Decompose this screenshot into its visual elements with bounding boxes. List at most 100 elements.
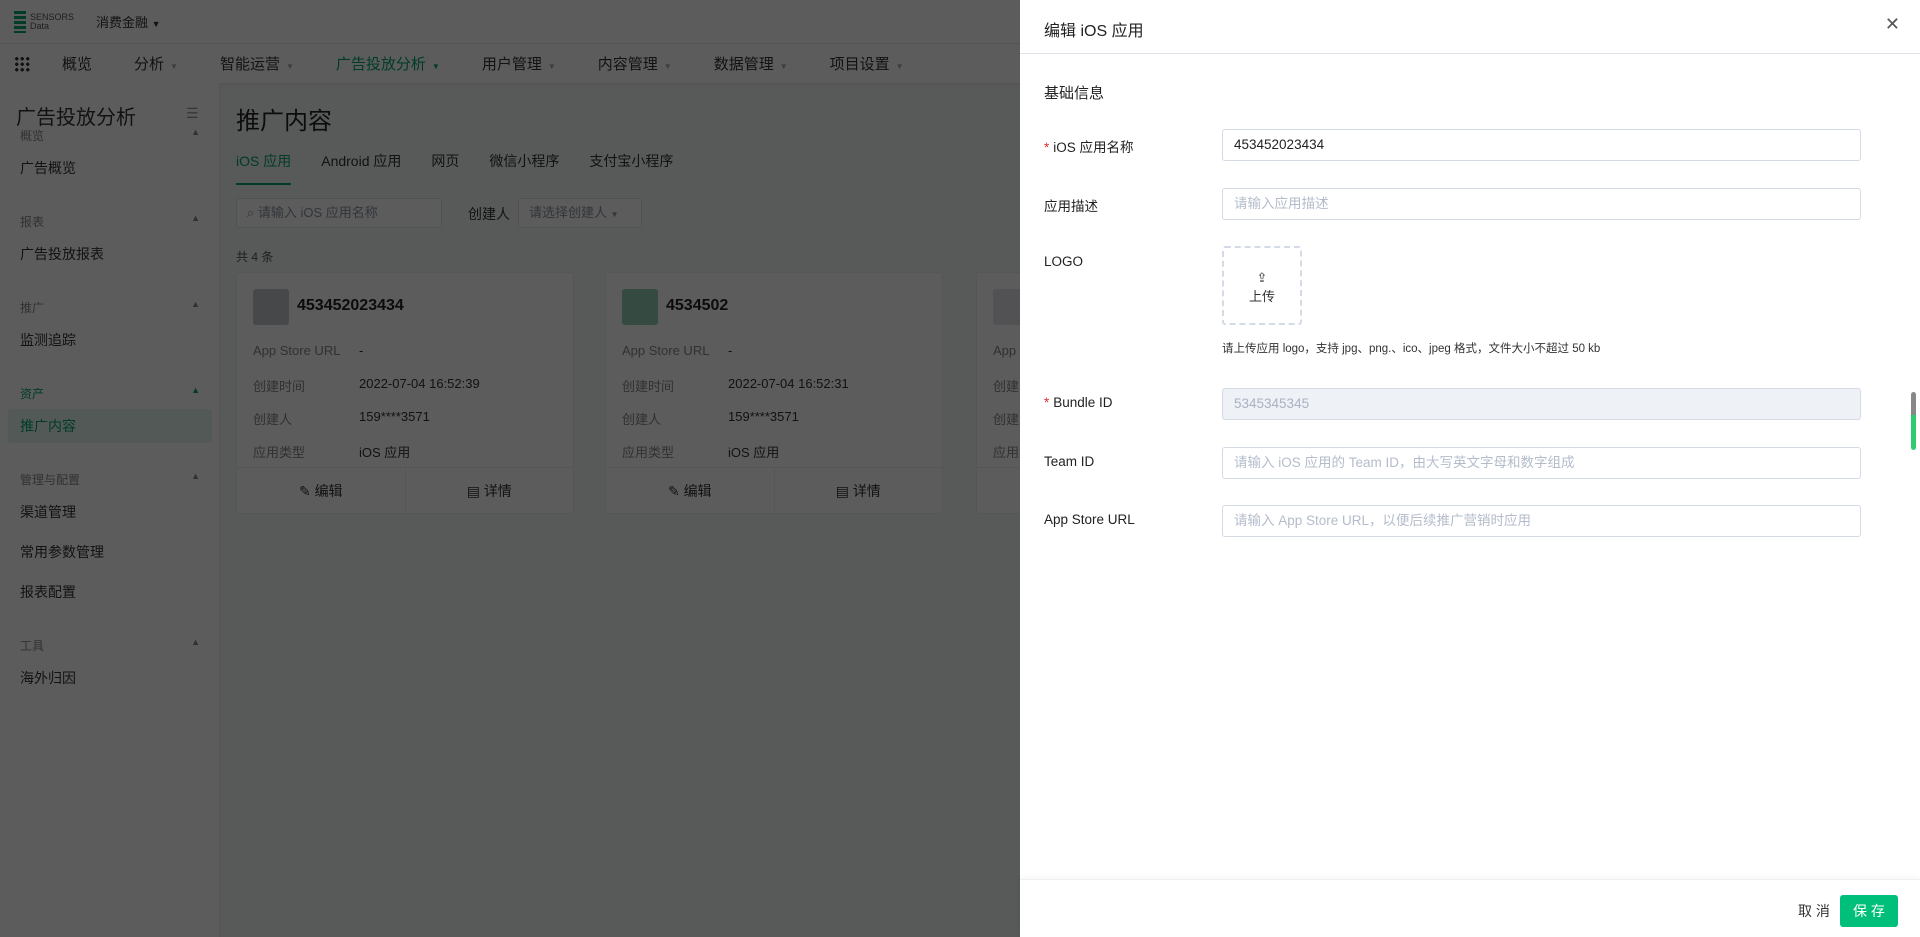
field-label: 创建人 [622, 412, 662, 427]
nav-item-label: 智能运营 [219, 56, 280, 73]
sidebar-group-header[interactable]: 推广 ▲ [20, 299, 200, 316]
sidebar-group-header[interactable]: 概览 ▲ [20, 127, 200, 144]
apps-grid-icon[interactable] [14, 55, 30, 72]
app-logo [622, 289, 658, 325]
collapse-sidebar-icon[interactable]: ☰ [186, 105, 199, 122]
sidebar-item[interactable]: 海外归因 [8, 661, 212, 695]
tab[interactable]: Android 应用 [321, 151, 401, 185]
nav-item-label: 项目设置 [829, 56, 890, 73]
nav-item[interactable]: 分析 ▼ [114, 53, 200, 74]
search-icon: ⌕ [247, 205, 255, 220]
card-field-row: 应用类型 iOS 应用 [622, 442, 779, 461]
app-desc-input[interactable]: 请输入应用描述 [1222, 188, 1861, 220]
nav-item[interactable]: 内容管理 ▼ [578, 53, 694, 74]
field-label: 应用类型 [622, 445, 675, 460]
caret-up-icon: ▲ [191, 385, 200, 395]
card-field-row: App Store URL - [622, 343, 732, 358]
logo-upload-button[interactable]: ⇪ 上传 [1222, 246, 1302, 325]
team-id-label: Team ID [1044, 454, 1095, 469]
card-actions: ✎ ▤ [977, 467, 1020, 513]
caret-up-icon: ▲ [191, 471, 200, 481]
sidebar-group-header[interactable]: 资产 ▲ [20, 385, 200, 402]
sidebar-group-header[interactable]: 报表 ▲ [20, 213, 200, 230]
detail-icon: ▤ [466, 483, 484, 499]
drawer-header: 编辑 iOS 应用 ✕ [1020, 0, 1920, 54]
nav-item[interactable]: 智能运营 ▼ [200, 53, 316, 74]
cancel-button[interactable]: 取 消 [1788, 895, 1840, 927]
close-icon[interactable]: ✕ [1885, 14, 1900, 35]
nav-item[interactable]: 项目设置 ▼ [810, 53, 926, 74]
sidebar-group-header[interactable]: 工具 ▲ [20, 637, 200, 654]
detail-icon: ▤ [835, 483, 853, 499]
sidebar-group-label: 管理与配置 [20, 473, 81, 487]
edit-icon: ✎ [667, 483, 684, 499]
field-value: 2022-07-04 16:52:39 [359, 376, 480, 391]
app-card: App Store URL 创建时间创建人应用类型 ✎ ▤ [976, 272, 1020, 514]
card-field-row: 创建人 159****3571 [253, 409, 430, 428]
scrollbar[interactable] [1911, 392, 1916, 450]
sidebar-item[interactable]: 报表配置 [8, 575, 212, 609]
nav-item[interactable]: 数据管理 ▼ [694, 53, 810, 74]
sidebar-group-label: 概览 [20, 129, 45, 143]
app-store-url-label: App Store URL [1044, 512, 1135, 527]
edit-button[interactable]: ✎ 编辑 [606, 468, 774, 513]
drawer-title: 编辑 iOS 应用 [1044, 23, 1144, 40]
card-field-row: 应用类型 iOS 应用 [253, 442, 410, 461]
caret-down-icon: ▼ [895, 62, 904, 71]
nav-item[interactable]: 用户管理 ▼ [462, 53, 578, 74]
field-value: - [359, 343, 364, 358]
card-actions: ✎ 编辑 ▤ 详情 [606, 467, 942, 513]
nav-item[interactable]: 概览 [42, 53, 114, 74]
field-label: 创建人 [253, 412, 293, 427]
detail-button[interactable]: ▤ 详情 [404, 468, 574, 513]
sidebar-item[interactable]: 常用参数管理 [8, 535, 212, 569]
card-field-row: 创建时间 2022-07-04 16:52:31 [622, 376, 849, 395]
edit-ios-app-drawer: 编辑 iOS 应用 ✕ 基础信息 * iOS 应用名称 453452023434 … [1020, 0, 1920, 937]
edit-button[interactable]: ✎ 编辑 [237, 468, 405, 513]
field-value: 159****3571 [359, 409, 430, 424]
tab[interactable]: 支付宝小程序 [589, 151, 673, 185]
page-title: 推广内容 [236, 108, 332, 135]
app-name-input[interactable]: 453452023434 [1222, 129, 1861, 161]
team-id-input[interactable]: 请输入 iOS 应用的 Team ID，由大写英文字母和数字组成 [1222, 447, 1861, 479]
field-label: 创建时间 [253, 379, 306, 394]
sidebar-item[interactable]: 监测追踪 [8, 323, 212, 357]
sidebar-item[interactable]: 渠道管理 [8, 495, 212, 529]
card-field-row: 创建人 [993, 409, 1020, 428]
detail-button[interactable]: ▤ 详情 [773, 468, 943, 513]
sidebar-item[interactable]: 推广内容 [8, 409, 212, 443]
sidebar-group-header[interactable]: 管理与配置 ▲ [20, 471, 200, 488]
sidebar: 广告投放分析 ☰ 概览 ▲ 广告概览 报表 ▲ 广告投放报表 推广 ▲ 监测追踪 资产 ▲ 推广内容管… [0, 83, 220, 937]
nav-item-label: 概览 [62, 56, 93, 73]
field-label: 创建人 [993, 412, 1020, 427]
sidebar-item[interactable]: 广告概览 [8, 151, 212, 185]
card-field-row: App Store URL [993, 343, 1020, 358]
content-tabs: iOS 应用 Android 应用 网页 微信小程序 支付宝小程序 [236, 151, 673, 185]
edit-button[interactable]: ✎ [977, 468, 1020, 513]
caret-up-icon: ▲ [191, 637, 200, 647]
tab[interactable]: 网页 [431, 151, 459, 185]
sidebar-group-label: 推广 [20, 301, 45, 315]
card-field-row: 创建时间 [993, 376, 1020, 395]
logo-label: LOGO [1044, 254, 1084, 269]
top-bar: SENSORS Data 消费金融 ▼ [0, 0, 1020, 44]
app-store-url-input[interactable]: 请输入 App Store URL，以便后续推广营销时应用 [1222, 505, 1861, 537]
creator-select[interactable]: 请选择创建人 ▼ [518, 198, 642, 228]
dimmed-background-page[interactable]: SENSORS Data 消费金融 ▼ 概览 分析 ▼ 智能运营 ▼ 广告投放分析 ▼ 用户管理… [0, 0, 1020, 937]
bundle-id-input: 5345345345 [1222, 388, 1861, 420]
tab[interactable]: 微信小程序 [489, 151, 559, 185]
tab[interactable]: iOS 应用 [236, 151, 292, 185]
caret-up-icon: ▲ [191, 299, 200, 309]
upload-icon: ⇪ [1256, 270, 1268, 285]
caret-down-icon: ▼ [285, 62, 294, 71]
nav-item[interactable]: 广告投放分析 ▼ [316, 53, 462, 74]
caret-down-icon: ▼ [663, 62, 672, 71]
creator-label: 创建人 [468, 206, 510, 222]
sensors-data-logo: SENSORS Data [14, 10, 74, 33]
nav-item-label: 数据管理 [713, 56, 774, 73]
project-selector[interactable]: 消费金融 ▼ [96, 12, 161, 31]
search-input[interactable]: ⌕ 请输入 iOS 应用名称 [236, 198, 442, 228]
save-button[interactable]: 保 存 [1840, 895, 1898, 927]
section-title: 基础信息 [1044, 85, 1105, 102]
sidebar-item[interactable]: 广告投放报表 [8, 237, 212, 271]
